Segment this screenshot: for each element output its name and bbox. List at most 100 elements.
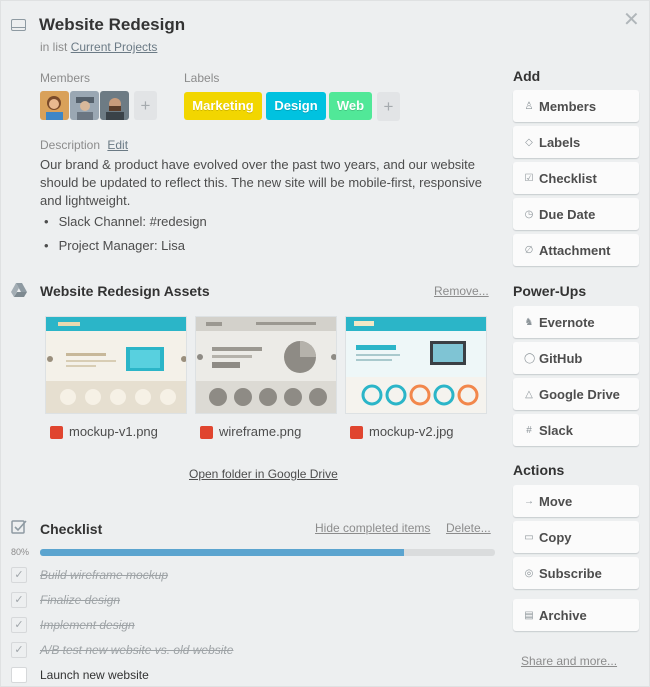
checklist-item[interactable]: ✓ Build wireframe mockup (11, 566, 168, 584)
checkbox-checked[interactable]: ✓ (11, 567, 27, 583)
slack-button[interactable]: # Slack (513, 414, 639, 446)
members-heading: Members (40, 71, 91, 85)
copy-button[interactable]: ▭ Copy (513, 521, 639, 553)
image-file-icon (350, 426, 363, 439)
labels-button[interactable]: ◇ Labels (513, 126, 639, 158)
image-file-icon (50, 426, 63, 439)
subscribe-button[interactable]: ◎ Subscribe (513, 557, 639, 589)
checkbox-unchecked[interactable] (11, 667, 27, 683)
checklist-button-label: Checklist (539, 170, 597, 186)
checkbox-checked[interactable]: ✓ (11, 642, 27, 658)
checklist-item-text[interactable]: Finalize design (40, 593, 120, 607)
google-drive-button[interactable]: △ Google Drive (513, 378, 639, 410)
checklist-item[interactable]: Launch new website (11, 666, 149, 684)
clock-icon: ◷ (524, 208, 534, 220)
archive-button[interactable]: ▤ Archive (513, 599, 639, 631)
slack-icon: # (526, 424, 532, 436)
open-folder-link[interactable]: Open folder in Google Drive (189, 467, 338, 481)
list-prefix: in list (40, 40, 68, 54)
checklist-progress-fill (40, 549, 404, 556)
labels-heading: Labels (184, 71, 220, 85)
checklist-title: Checklist (40, 521, 103, 537)
actions-heading: Actions (513, 462, 565, 478)
checklist-icon (11, 520, 27, 534)
attachment-filename[interactable]: wireframe.png (219, 424, 301, 439)
archive-button-label: Archive (539, 607, 587, 623)
checklist-item-text[interactable]: Launch new website (40, 668, 149, 682)
checklist-item-text[interactable]: Implement design (40, 618, 135, 632)
share-and-more-link[interactable]: Share and more... (521, 654, 617, 668)
checkbox-icon: ☑ (524, 172, 534, 184)
google-drive-button-label: Google Drive (539, 386, 620, 402)
github-icon: ◯ (524, 352, 536, 364)
checkbox-checked[interactable]: ✓ (11, 617, 27, 633)
powerups-heading: Power-Ups (513, 283, 587, 299)
edit-description-link[interactable]: Edit (107, 138, 128, 152)
copy-icon: ▭ (524, 531, 534, 543)
checklist-percent: 80% (11, 547, 30, 557)
label-web[interactable]: Web (329, 92, 372, 120)
tag-icon: ◇ (525, 136, 533, 148)
description-text: Our brand & product have evolved over th… (40, 157, 482, 208)
checklist-button[interactable]: ☑ Checklist (513, 162, 639, 194)
attachment-thumbnail[interactable] (195, 316, 337, 414)
due-date-button-label: Due Date (539, 206, 596, 222)
card-icon (11, 19, 26, 31)
members-button[interactable]: ♙ Members (513, 90, 639, 122)
copy-button-label: Copy (539, 529, 572, 545)
list-info: in list Current Projects (40, 40, 157, 54)
google-drive-icon (11, 283, 27, 297)
avatar[interactable] (100, 91, 129, 120)
checklist-item[interactable]: ✓ Implement design (11, 616, 135, 634)
attachment-filename[interactable]: mockup-v1.png (69, 424, 158, 439)
google-drive-icon: △ (525, 388, 533, 400)
checklist-item[interactable]: ✓ A/B test new website vs. old website (11, 641, 233, 659)
checklist-item-text[interactable]: Build wireframe mockup (40, 568, 168, 582)
attachment-button-label: Attachment (539, 242, 611, 258)
image-file-icon (200, 426, 213, 439)
github-button[interactable]: ◯ GitHub (513, 342, 639, 374)
card-title[interactable]: Website Redesign (39, 15, 185, 35)
label-design[interactable]: Design (266, 92, 326, 120)
remove-assets-link[interactable]: Remove... (434, 284, 489, 298)
assets-title: Website Redesign Assets (40, 283, 210, 299)
description-bullet: Slack Channel: #redesign (44, 214, 207, 229)
description-heading: Description (40, 138, 101, 152)
arrow-right-icon: → (524, 495, 534, 507)
checklist-item-text[interactable]: A/B test new website vs. old website (40, 643, 233, 657)
evernote-button[interactable]: ♞ Evernote (513, 306, 639, 338)
checklist-item[interactable]: ✓ Finalize design (11, 591, 120, 609)
card-detail-window: Website Redesign in list Current Project… (0, 0, 650, 687)
move-button[interactable]: → Move (513, 485, 639, 517)
list-link[interactable]: Current Projects (71, 40, 158, 54)
checkbox-checked[interactable]: ✓ (11, 592, 27, 608)
members-button-label: Members (539, 98, 597, 114)
attachment-thumbnail[interactable] (45, 316, 187, 414)
evernote-icon: ♞ (524, 316, 534, 328)
description-bullet: Project Manager: Lisa (44, 238, 185, 253)
slack-button-label: Slack (539, 422, 573, 438)
github-button-label: GitHub (539, 350, 583, 366)
eye-icon: ◎ (524, 567, 534, 579)
delete-checklist-link[interactable]: Delete... (446, 521, 491, 535)
avatar[interactable] (70, 91, 99, 120)
subscribe-button-label: Subscribe (539, 565, 602, 581)
paperclip-icon: ∅ (524, 244, 534, 256)
evernote-button-label: Evernote (539, 314, 595, 330)
archive-icon: ▤ (524, 609, 534, 621)
move-button-label: Move (539, 493, 573, 509)
add-member-button[interactable]: + (134, 91, 157, 120)
attachment-button[interactable]: ∅ Attachment (513, 234, 639, 266)
close-icon[interactable]: ✕ (623, 7, 640, 32)
attachment-filename[interactable]: mockup-v2.jpg (369, 424, 454, 439)
add-label-button[interactable]: + (377, 92, 400, 121)
avatar[interactable] (40, 91, 69, 120)
labels-button-label: Labels (539, 134, 581, 150)
description-header: Description Edit (40, 138, 128, 152)
hide-completed-link[interactable]: Hide completed items (315, 521, 430, 535)
checklist-progress-bar (40, 549, 495, 556)
label-marketing[interactable]: Marketing (184, 92, 262, 120)
due-date-button[interactable]: ◷ Due Date (513, 198, 639, 230)
attachment-thumbnail[interactable] (345, 316, 487, 414)
person-icon: ♙ (524, 100, 534, 112)
